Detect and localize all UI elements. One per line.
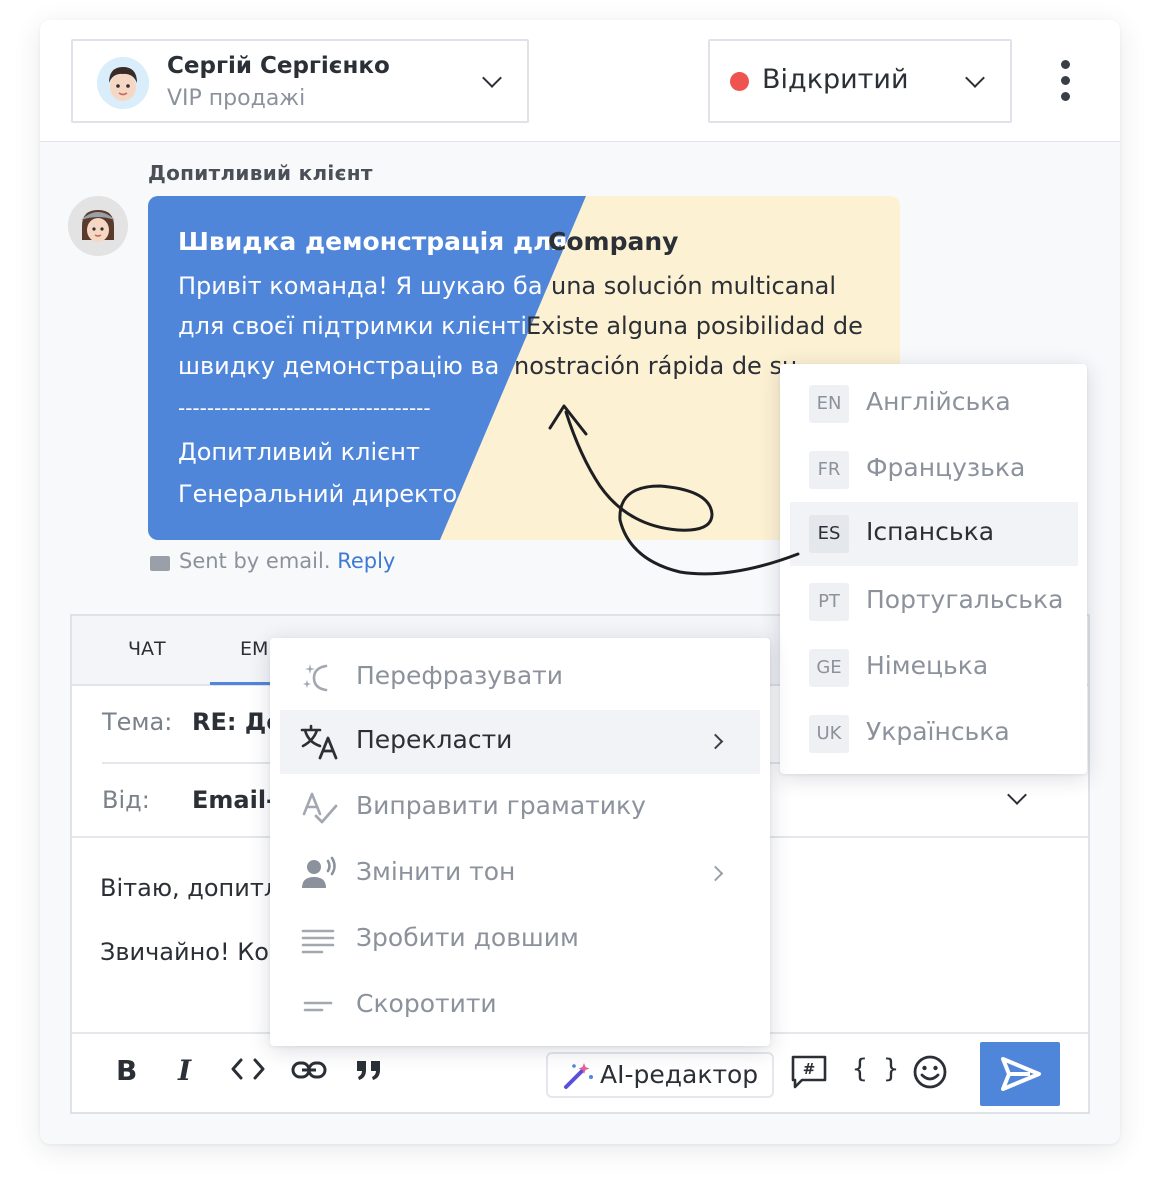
language-code: EN — [809, 385, 849, 423]
language-code: ES — [809, 515, 849, 553]
from-field[interactable]: Email- — [192, 786, 276, 814]
message-signature-name: Допитливий клієнт — [178, 438, 420, 466]
language-code: PT — [809, 583, 849, 621]
body-line[interactable]: Вітаю, допитл — [100, 874, 279, 902]
translate-icon — [300, 724, 340, 760]
reply-link[interactable]: Reply — [337, 549, 395, 573]
conversation-card: Сергій Сергієнко VIP продажі Відкритий Д… — [40, 20, 1120, 1144]
message-title-original: Швидка демонстрація для — [178, 227, 568, 256]
sparkle-rephrase-icon — [300, 660, 340, 696]
language-option[interactable]: PT Португальська — [790, 570, 1078, 634]
quote-icon[interactable] — [354, 1056, 384, 1091]
message-line-translated: una solución multicanal — [551, 272, 837, 300]
agent-name: Сергій Сергієнко — [167, 53, 390, 79]
variables-icon[interactable]: { } — [852, 1054, 899, 1084]
language-label: Українська — [866, 717, 1010, 746]
ai-editor-button[interactable]: AI-редактор — [546, 1052, 774, 1098]
ai-menu-translate[interactable]: Перекласти — [280, 710, 760, 774]
ai-menu-change-tone[interactable]: Змінити тон — [280, 842, 760, 906]
voice-tone-icon — [300, 856, 340, 892]
ai-menu-label: Перекласти — [356, 725, 513, 754]
send-button[interactable] — [980, 1042, 1060, 1106]
conversation-header: Сергій Сергієнко VIP продажі Відкритий — [40, 20, 1120, 142]
link-icon[interactable] — [290, 1056, 328, 1091]
sender-label: Допитливий клієнт — [148, 161, 373, 185]
ai-menu-lengthen[interactable]: Зробити довшим — [280, 908, 760, 972]
chevron-down-icon — [965, 68, 985, 88]
italic-icon[interactable]: I — [178, 1054, 191, 1087]
shorten-icon — [300, 988, 340, 1024]
language-label: Французька — [866, 453, 1026, 482]
ai-menu-label: Виправити граматику — [356, 791, 646, 820]
language-option[interactable]: FR Французька — [790, 438, 1078, 502]
mail-icon — [150, 556, 170, 571]
chevron-right-icon — [707, 865, 724, 882]
ai-menu-label: Перефразувати — [356, 661, 563, 690]
from-label: Від: — [102, 786, 150, 814]
canned-response-icon[interactable]: # — [790, 1054, 828, 1097]
chevron-right-icon — [707, 733, 724, 750]
language-code: FR — [809, 451, 849, 489]
spellcheck-icon — [300, 790, 340, 826]
language-code: GE — [809, 649, 849, 687]
ai-menu-shorten[interactable]: Скоротити — [280, 974, 760, 1038]
agent-select[interactable]: Сергій Сергієнко VIP продажі — [71, 39, 529, 123]
language-option[interactable]: GE Німецька — [790, 636, 1078, 700]
message-signature-title: Генеральний директо — [178, 480, 458, 508]
sent-by-email-text: Sent by email. — [179, 549, 331, 573]
message-signature-divider: ----------------------------------- — [178, 396, 431, 420]
message-line-original: швидку демонстрацію ва — [178, 352, 500, 380]
ai-menu-rephrase[interactable]: Перефразувати — [280, 646, 760, 710]
active-tab-indicator — [210, 682, 272, 685]
ai-menu-label: Зробити довшим — [356, 923, 579, 952]
language-label: Іспанська — [866, 517, 995, 546]
language-code: UK — [809, 715, 849, 753]
chevron-down-icon — [482, 68, 502, 88]
svg-text:#: # — [803, 1060, 816, 1078]
status-label: Відкритий — [762, 64, 909, 95]
ai-menu-label: Скоротити — [356, 989, 497, 1018]
agent-team: VIP продажі — [167, 86, 306, 111]
language-option[interactable]: UK Українська — [790, 702, 1078, 766]
emoji-icon[interactable] — [912, 1054, 948, 1097]
ai-menu-fix-grammar[interactable]: Виправити граматику — [280, 776, 760, 840]
status-dot-icon — [730, 72, 749, 91]
language-label: Португальська — [866, 585, 1064, 614]
tab-email[interactable]: ЕМ — [240, 638, 268, 660]
subject-label: Тема: — [102, 708, 173, 736]
ai-editor-menu: Перефразувати Перекласти Виправити грама… — [270, 638, 770, 1046]
bold-icon[interactable]: B — [116, 1054, 137, 1087]
language-label: Німецька — [866, 651, 989, 680]
message-line-translated: Existe alguna posibilidad de — [526, 312, 863, 340]
status-select[interactable]: Відкритий — [708, 39, 1012, 123]
language-option-selected[interactable]: ES Іспанська — [790, 502, 1078, 566]
code-icon[interactable] — [230, 1054, 266, 1091]
language-option[interactable]: EN Англійська — [790, 372, 1078, 436]
language-label: Англійська — [866, 387, 1011, 416]
message-title-translated: Company — [548, 227, 679, 256]
message-line-translated: nostración rápida de su — [514, 352, 798, 380]
chevron-down-icon[interactable] — [1007, 785, 1027, 805]
language-menu: EN Англійська FR Французька ES Іспанська… — [780, 364, 1087, 774]
message-line-original: Привіт команда! Я шукаю ба — [178, 272, 543, 300]
ai-menu-label: Змінити тон — [356, 857, 516, 886]
more-options-icon[interactable] — [1054, 60, 1078, 102]
subject-field[interactable]: RE: Де — [192, 708, 282, 736]
customer-avatar — [68, 196, 128, 256]
agent-avatar — [97, 57, 149, 109]
body-line[interactable]: Звичайно! Ко — [100, 938, 269, 966]
tab-chat[interactable]: ЧАТ — [128, 638, 166, 660]
ai-editor-label: AI-редактор — [600, 1060, 759, 1089]
message-line-original: для своєї підтримки клієнті — [178, 312, 528, 340]
send-icon — [1001, 1057, 1041, 1091]
lengthen-icon — [300, 922, 340, 958]
magic-wand-icon — [562, 1061, 594, 1095]
